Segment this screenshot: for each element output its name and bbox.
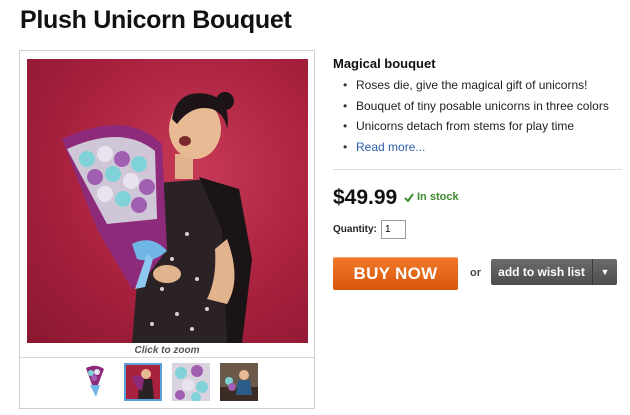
divider: [333, 169, 622, 170]
quantity-label: Quantity:: [333, 224, 377, 235]
main-product-image[interactable]: [27, 59, 308, 343]
description-heading: Magical bouquet: [333, 56, 436, 71]
or-label: or: [470, 267, 481, 279]
feature-item: Unicorns detach from stems for play time: [338, 119, 609, 140]
thumbnail-4[interactable]: [220, 363, 258, 401]
price: $49.99: [333, 186, 398, 209]
product-title: Plush Unicorn Bouquet: [20, 6, 292, 34]
thumbnail-divider: [20, 357, 314, 358]
stock-status-label: In stock: [417, 191, 459, 203]
feature-item: Bouquet of tiny posable unicorns in thre…: [338, 99, 609, 120]
zoom-caption[interactable]: Click to zoom: [20, 345, 314, 356]
read-more-item: Read more...: [338, 140, 609, 161]
read-more-link[interactable]: Read more...: [356, 140, 425, 154]
product-gallery: Click to zoom: [19, 50, 315, 409]
stock-status: In stock: [404, 191, 459, 203]
caret-down-icon[interactable]: ▼: [592, 259, 617, 285]
checkmark-icon: [404, 192, 414, 202]
model-with-bouquet-photo: [62, 92, 252, 343]
buy-now-button[interactable]: BUY NOW: [333, 257, 458, 290]
quantity-input[interactable]: [381, 220, 406, 239]
feature-item: Roses die, give the magical gift of unic…: [338, 78, 609, 99]
add-to-wish-list-button[interactable]: add to wish list ▼: [491, 259, 617, 285]
thumbnail-2[interactable]: [124, 363, 162, 401]
thumbnail-3[interactable]: [172, 363, 210, 401]
feature-list: Roses die, give the magical gift of unic…: [338, 78, 609, 160]
wish-list-label: add to wish list: [498, 265, 585, 279]
thumbnail-1[interactable]: [76, 363, 114, 401]
